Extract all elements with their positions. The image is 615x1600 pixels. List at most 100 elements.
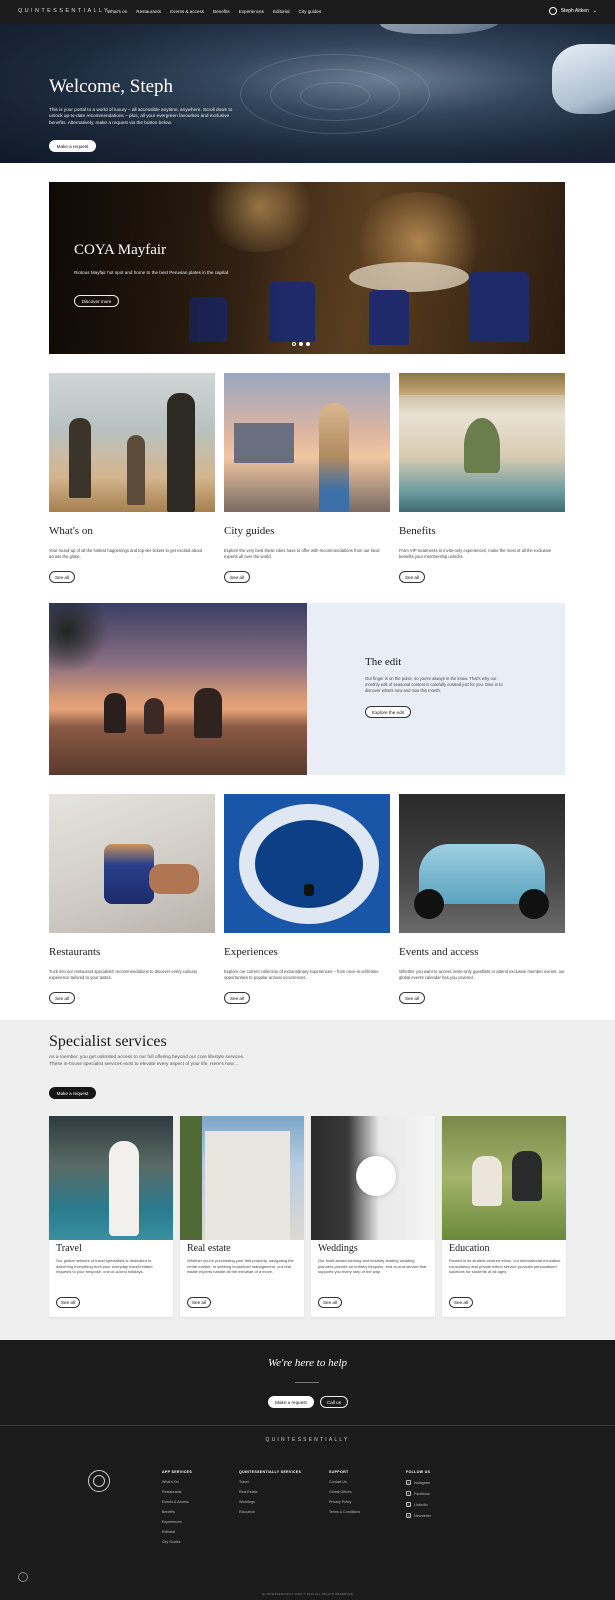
chevron-down-icon: ⌄ <box>592 8 597 14</box>
footer-link-newsletter[interactable]: ✉ Newsletter <box>406 1513 431 1518</box>
education-title: Education <box>449 1243 490 1254</box>
footer-link[interactable]: Editorial <box>162 1530 192 1534</box>
help-make-request-button[interactable]: Make a request <box>268 1396 314 1408</box>
city-guides-title: City guides <box>224 525 275 537</box>
nav-link-experiences[interactable]: Experiences <box>239 9 264 14</box>
benefits-image[interactable] <box>399 373 565 512</box>
specialist-make-request-button[interactable]: Make a request <box>49 1087 96 1099</box>
person-silhouette <box>194 688 222 738</box>
explore-edit-button[interactable]: Explore the edit <box>365 706 411 718</box>
travel-card[interactable]: Travel Our global network of travel spec… <box>49 1116 173 1317</box>
call-us-button[interactable]: Call us <box>320 1396 348 1408</box>
footer-link[interactable]: Travel <box>239 1480 301 1484</box>
nav-link-editorial[interactable]: Editorial <box>273 9 290 14</box>
footer-brand: QUINTESSENTIALLY <box>265 1437 350 1443</box>
footer-link[interactable]: Benefits <box>162 1510 192 1514</box>
real-estate-card[interactable]: Real estate Whether you're purchasing yo… <box>180 1116 304 1317</box>
events-access-image[interactable] <box>399 794 565 933</box>
footer-link-facebook[interactable]: f Facebook <box>406 1491 431 1496</box>
footer-link[interactable]: Education <box>239 1510 301 1514</box>
education-text: Rooted in its student-centred ethos, our… <box>449 1258 561 1275</box>
footer-link[interactable]: Privacy Policy <box>329 1500 360 1504</box>
footer-link-instagram[interactable]: ◎ Instagram <box>406 1480 431 1485</box>
carousel-dot-3[interactable] <box>306 342 310 346</box>
education-card[interactable]: Education Rooted in its student-centred … <box>442 1116 566 1317</box>
person-silhouette <box>127 435 145 505</box>
nav-link-city-guides[interactable]: City guides <box>299 9 322 14</box>
real-estate-title: Real estate <box>187 1243 231 1254</box>
nav-link-events-access[interactable]: Events & access <box>170 9 204 14</box>
person-silhouette <box>512 1151 542 1201</box>
footer-link-linkedin[interactable]: in LinkedIn <box>406 1502 431 1507</box>
weddings-see-all-button[interactable]: See all <box>318 1297 342 1308</box>
footer-link[interactable]: Restaurants <box>162 1490 192 1494</box>
edit-text: Our finger is on the pulse, so you're al… <box>365 676 503 693</box>
footer-link[interactable]: City Guides <box>162 1540 192 1544</box>
person-silhouette <box>104 693 126 733</box>
nav-link-whats-on[interactable]: What's on <box>107 9 127 14</box>
footer-col-quintessentially-services: QUINTESSENTIALLY SERVICES Travel Real Es… <box>239 1470 301 1520</box>
restaurant-table <box>349 262 469 292</box>
climber <box>304 884 314 896</box>
footer-heading: FOLLOW US <box>406 1470 431 1474</box>
weddings-title: Weddings <box>318 1243 358 1254</box>
person-silhouette <box>319 403 349 512</box>
restaurants-text: Tuck into our restaurant specialists' re… <box>49 969 198 980</box>
experiences-see-all-button[interactable]: See all <box>224 992 250 1004</box>
experiences-text: Explore our current collection of extrao… <box>224 969 379 980</box>
whats-on-see-all-button[interactable]: See all <box>49 571 75 583</box>
nav-link-restaurants[interactable]: Restaurants <box>136 9 161 14</box>
weddings-card[interactable]: Weddings Our multi-award-winning and ind… <box>311 1116 435 1317</box>
city-guides-image[interactable] <box>224 373 390 512</box>
facebook-icon: f <box>406 1491 411 1496</box>
restaurants-see-all-button[interactable]: See all <box>49 992 75 1004</box>
nav-link-benefits[interactable]: Benefits <box>213 9 230 14</box>
restaurants-image[interactable] <box>49 794 215 933</box>
brand-logo[interactable]: QUINTESSENTIALLY <box>18 8 110 14</box>
footer-link[interactable]: Experiences <box>162 1520 192 1524</box>
education-see-all-button[interactable]: See all <box>449 1297 473 1308</box>
edit-image[interactable] <box>49 603 307 775</box>
footer-col-support: SUPPORT Contact Us Global Offices Privac… <box>329 1470 360 1520</box>
ceiling <box>399 373 565 395</box>
whats-on-text: Your round-up of all the hottest happeni… <box>49 548 203 559</box>
whats-on-title: What's on <box>49 525 93 537</box>
ice-crevasse <box>239 804 379 924</box>
blue-chair <box>369 290 409 345</box>
footer-link[interactable]: What's On <box>162 1480 192 1484</box>
whats-on-image[interactable] <box>49 373 215 512</box>
blue-chair <box>469 272 529 342</box>
bouquet <box>356 1156 396 1196</box>
edit-title: The edit <box>365 656 402 668</box>
footer-link-label: LinkedIn <box>414 1502 428 1507</box>
real-estate-see-all-button[interactable]: See all <box>187 1297 211 1308</box>
travel-title: Travel <box>56 1243 82 1254</box>
scroll-to-top-icon[interactable]: ↑ <box>18 1572 28 1582</box>
footer-link[interactable]: Global Offices <box>329 1490 360 1494</box>
events-access-see-all-button[interactable]: See all <box>399 992 425 1004</box>
footer-heading: SUPPORT <box>329 1470 349 1474</box>
footer-link[interactable]: Real Estate <box>239 1490 301 1494</box>
user-menu[interactable]: Steph Aitken ⌄ <box>548 7 597 15</box>
carousel-dots <box>292 342 310 346</box>
footer-link[interactable]: Events & Access <box>162 1500 192 1504</box>
footer-link-label: Newsletter <box>414 1513 431 1518</box>
city-guides-see-all-button[interactable]: See all <box>224 571 250 583</box>
tree <box>180 1116 202 1240</box>
hand <box>149 864 199 894</box>
footer-link[interactable]: Contact Us <box>329 1480 360 1484</box>
events-access-text: Whether you want to access invite-only g… <box>399 969 565 980</box>
carousel-dot-2[interactable] <box>299 342 303 346</box>
travel-see-all-button[interactable]: See all <box>56 1297 80 1308</box>
divider <box>295 1382 319 1383</box>
hero-make-request-button[interactable]: Make a request <box>49 140 96 152</box>
instagram-icon: ◎ <box>406 1480 411 1485</box>
footer-link[interactable]: Terms & Conditions <box>329 1510 360 1514</box>
ice-chunk <box>380 24 500 34</box>
carousel-dot-1[interactable] <box>292 342 296 346</box>
benefits-see-all-button[interactable]: See all <box>399 571 425 583</box>
discover-more-button[interactable]: Discover more <box>74 295 119 307</box>
footer-link[interactable]: Weddings <box>239 1500 301 1504</box>
hero-title: Welcome, Steph <box>49 76 174 97</box>
experiences-image[interactable] <box>224 794 390 933</box>
